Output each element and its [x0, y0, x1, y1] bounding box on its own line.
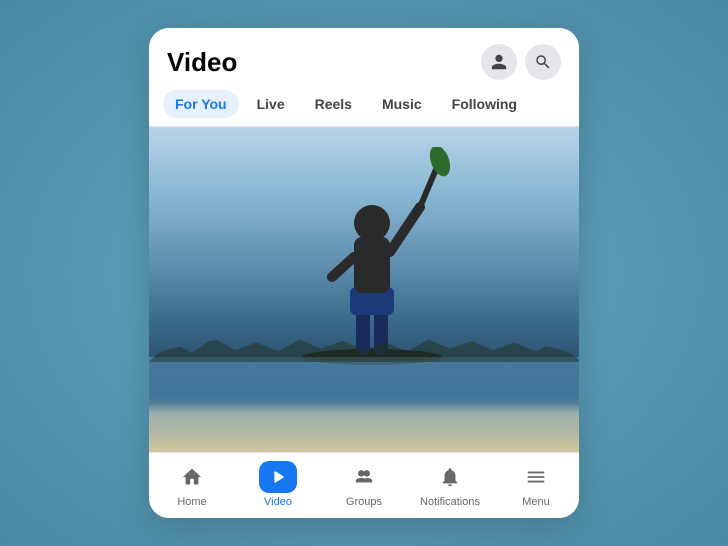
page-title: Video [167, 47, 237, 78]
header: Video [149, 28, 579, 90]
search-button[interactable] [525, 44, 561, 80]
bell-icon [439, 466, 461, 488]
nav-item-menu[interactable]: Menu [506, 461, 566, 508]
groups-icon-wrap [345, 461, 383, 493]
menu-icon-wrap [517, 461, 555, 493]
water-surface [149, 357, 579, 452]
nav-item-notifications[interactable]: Notifications [420, 461, 480, 508]
paddleboarder-silhouette [292, 147, 452, 367]
tab-live[interactable]: Live [245, 90, 297, 118]
nav-label-home: Home [177, 496, 206, 508]
search-icon [534, 53, 552, 71]
tab-reels[interactable]: Reels [303, 90, 364, 118]
groups-icon [353, 466, 375, 488]
nav-item-video[interactable]: Video [248, 461, 308, 508]
nav-item-home[interactable]: Home [162, 461, 222, 508]
notifications-icon-wrap [431, 461, 469, 493]
profile-icon [490, 53, 508, 71]
nav-label-video: Video [264, 496, 292, 508]
home-icon [181, 466, 203, 488]
nav-label-notifications: Notifications [420, 496, 480, 508]
header-icons [481, 44, 561, 80]
video-icon [267, 466, 289, 488]
profile-button[interactable] [481, 44, 517, 80]
tab-for-you[interactable]: For You [163, 90, 239, 118]
video-content[interactable] [149, 127, 579, 452]
home-icon-wrap [173, 461, 211, 493]
nav-label-groups: Groups [346, 496, 382, 508]
nav-label-menu: Menu [522, 496, 550, 508]
tab-music[interactable]: Music [370, 90, 434, 118]
tab-bar: For You Live Reels Music Following [149, 90, 579, 127]
menu-icon [525, 466, 547, 488]
tab-following[interactable]: Following [440, 90, 529, 118]
bottom-navigation: Home Video Groups [149, 452, 579, 518]
video-icon-wrap [259, 461, 297, 493]
app-card: Video For You Live Reels Music Following [149, 28, 579, 518]
nav-item-groups[interactable]: Groups [334, 461, 394, 508]
